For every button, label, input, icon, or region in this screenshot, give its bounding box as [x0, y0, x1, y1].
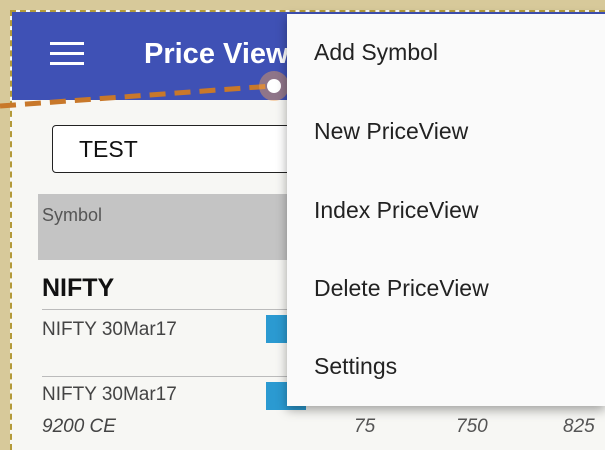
row-symbol-name: NIFTY 30Mar17	[42, 319, 177, 340]
row-symbol-name: NIFTY 30Mar17	[42, 384, 177, 405]
menu-item-add-symbol[interactable]: Add Symbol	[314, 39, 438, 66]
menu-item-index-priceview[interactable]: Index PriceView	[314, 197, 479, 224]
row-value: 75	[354, 416, 376, 437]
menu-item-delete-priceview[interactable]: Delete PriceView	[314, 275, 489, 302]
menu-item-settings[interactable]: Settings	[314, 353, 397, 380]
priceview-name-field[interactable]: TEST	[52, 125, 312, 173]
row-value: 825	[563, 416, 595, 437]
menu-hamburger-icon[interactable]	[50, 42, 84, 66]
app-title: Price View	[144, 38, 289, 70]
row-symbol-detail: 9200 CE	[42, 416, 116, 437]
row-value: 750	[456, 416, 488, 437]
overflow-menu: Add Symbol New PriceView Index PriceView…	[287, 14, 605, 406]
group-title: NIFTY	[42, 274, 115, 302]
menu-item-new-priceview[interactable]: New PriceView	[314, 118, 468, 145]
